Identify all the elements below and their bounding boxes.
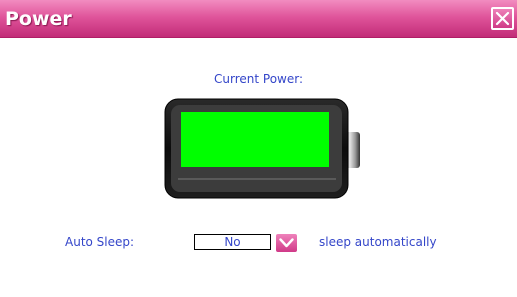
auto-sleep-description: sleep automatically: [319, 235, 437, 249]
chevron-down-icon: [279, 238, 294, 248]
battery-shine: [178, 178, 336, 180]
close-icon: [495, 11, 510, 26]
auto-sleep-select[interactable]: No: [194, 234, 271, 250]
auto-sleep-label: Auto Sleep:: [65, 235, 135, 249]
power-window: Power Current Power: Auto Sleep: No slee…: [0, 0, 517, 297]
battery-indicator: [164, 98, 364, 204]
battery-fill: [181, 112, 329, 167]
auto-sleep-dropdown-button[interactable]: [276, 234, 297, 252]
auto-sleep-value: No: [224, 235, 241, 249]
window-title: Power: [5, 8, 72, 30]
battery-icon: [164, 98, 360, 199]
current-power-label: Current Power:: [214, 72, 303, 86]
title-bar: Power: [0, 0, 517, 38]
close-button[interactable]: [491, 7, 514, 30]
